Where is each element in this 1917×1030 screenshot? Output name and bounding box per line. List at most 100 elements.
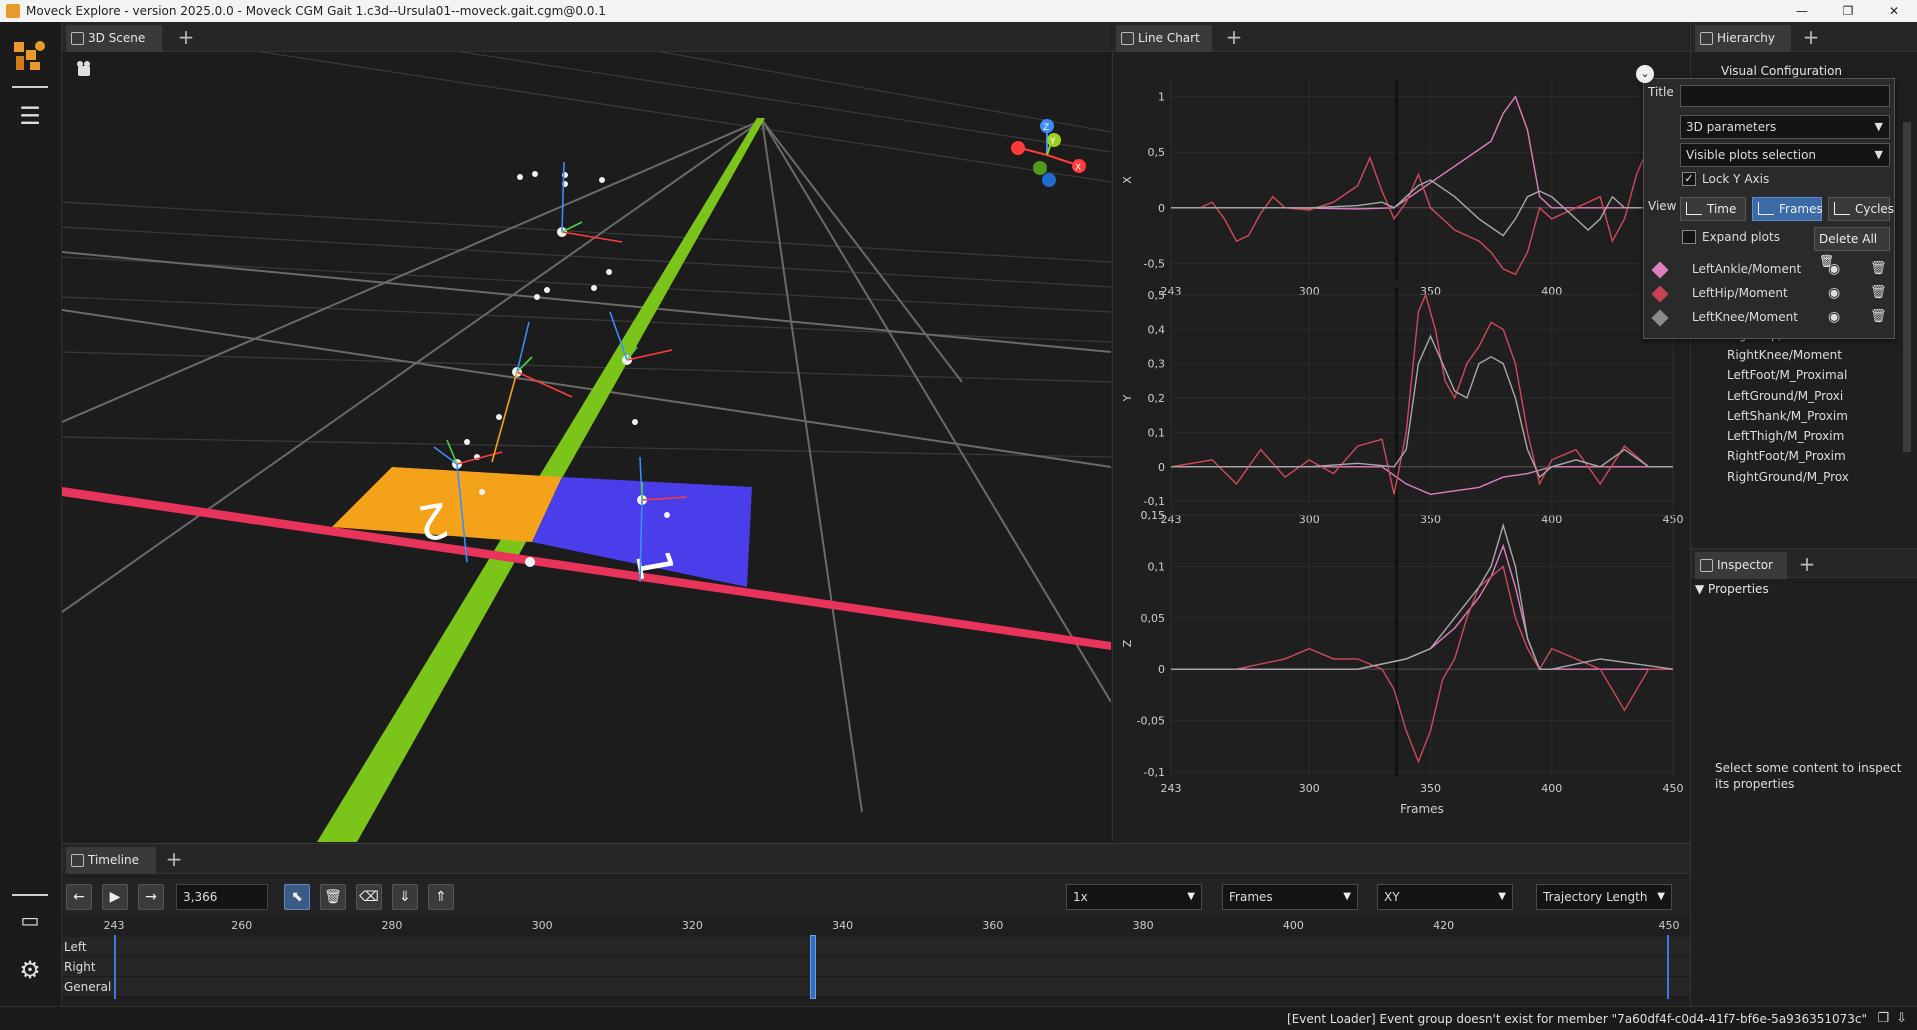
visual-config-label[interactable]: Visual Configuration [1721, 64, 1842, 78]
previous-frame-button[interactable]: ← [66, 884, 92, 910]
series-line-leftankle-moment[interactable] [1171, 543, 1673, 670]
add-tab-button[interactable]: + [162, 848, 186, 872]
timeline-start-marker[interactable] [114, 935, 116, 999]
plot-row[interactable]: LeftKnee/Moment ◉ 🗑 [1648, 307, 1888, 329]
series-line-leftknee-moment[interactable] [1171, 522, 1674, 670]
hierarchy-item[interactable]: LeftGround/M_Proxi [1727, 389, 1843, 403]
hierarchy-item[interactable]: LeftThigh/M_Proxim [1727, 429, 1844, 443]
ruler-tick-label: 300 [531, 919, 553, 932]
view-cycles-button[interactable]: Cycles [1828, 197, 1894, 221]
add-tab-button[interactable]: + [1799, 26, 1823, 50]
timeline-track[interactable]: General [62, 977, 1690, 997]
eraser-button[interactable]: ⌫ [356, 884, 382, 910]
gear-icon[interactable]: ⚙ [16, 956, 44, 984]
chart-title-input[interactable] [1680, 85, 1890, 107]
upload-button[interactable]: ⇑ [428, 884, 454, 910]
cube-icon [71, 32, 84, 45]
series-color-swatch[interactable] [1651, 261, 1669, 279]
plot-row[interactable]: LeftAnkle/Moment ◉ 🗑 [1648, 259, 1888, 281]
trajectory-select[interactable]: Trajectory Length ▼ [1536, 884, 1672, 910]
inspector-icon [1700, 559, 1713, 572]
view-time-button[interactable]: Time [1680, 197, 1746, 221]
lock-y-axis-checkbox[interactable]: ✓ [1682, 172, 1696, 186]
hierarchy-scrollbar[interactable] [1903, 122, 1911, 452]
series-color-swatch[interactable] [1651, 309, 1669, 327]
hierarchy-item[interactable]: RightGround/M_Prox [1727, 470, 1849, 484]
download-icon[interactable]: ⇩ [1896, 1011, 1907, 1026]
timeline-cursor[interactable] [809, 935, 816, 999]
hierarchy-item[interactable]: LeftFoot/M_Proximal [1727, 368, 1847, 382]
hierarchy-item[interactable]: LeftShank/M_Proxim [1727, 409, 1848, 423]
layout-icon[interactable]: ▭ [16, 906, 44, 934]
trash-icon[interactable]: 🗑 [1870, 309, 1887, 324]
view-cycles-label: Cycles [1855, 202, 1895, 216]
series-line-lefthip-moment[interactable] [1170, 292, 1673, 495]
expand-plots-checkbox[interactable] [1682, 230, 1696, 244]
maximize-button[interactable]: ❐ [1825, 0, 1871, 22]
camera-icon[interactable] [77, 61, 90, 76]
scene-canvas: 2 1 Z X Y [62, 52, 1111, 842]
hierarchy-item[interactable]: RightFoot/M_Proxim [1727, 449, 1846, 463]
visible-plots-select[interactable]: Visible plots selection ▼ [1680, 143, 1890, 167]
download-button[interactable]: ⇓ [392, 884, 418, 910]
view-frames-button[interactable]: Frames [1752, 197, 1823, 221]
copy-icon[interactable]: ❐ [1877, 1011, 1889, 1026]
play-button[interactable]: ▶ [102, 884, 128, 910]
trash-icon[interactable]: 🗑 [1870, 261, 1887, 276]
timeline-ruler[interactable]: 243 260 280 300 320 340 360 380 400 420 450 [62, 917, 1690, 935]
add-tab-button[interactable]: + [1222, 26, 1246, 50]
units-value: Frames [1229, 890, 1273, 904]
series-line-lefthip-moment[interactable] [1171, 144, 1673, 276]
x-tick-label: 243 [1161, 782, 1182, 795]
properties-header[interactable]: ▼ Properties [1695, 582, 1769, 596]
properties-label: Properties [1708, 582, 1769, 596]
timeline-track[interactable]: Left [62, 937, 1690, 957]
series-line-leftknee-moment[interactable] [1171, 334, 1673, 479]
parameter-select[interactable]: 3D parameters ▼ [1680, 115, 1890, 139]
eye-icon[interactable]: ◉ [1828, 261, 1840, 277]
series-line-lefthip-moment[interactable] [1171, 565, 1673, 764]
plane-select[interactable]: XY ▼ [1377, 884, 1513, 910]
timeline-tracks[interactable]: Left Right General [62, 937, 1690, 997]
delete-event-button[interactable]: 🗑 [320, 884, 346, 910]
app-icon [6, 4, 20, 18]
delete-all-button[interactable]: Delete All 🗑 [1814, 227, 1890, 268]
eye-icon[interactable]: ◉ [1828, 309, 1840, 325]
timeline-end-marker[interactable] [1667, 935, 1669, 999]
add-tab-button[interactable]: + [174, 26, 198, 50]
timeline-toolbar: ← ▶ → 3,366 ⬉ 🗑 ⌫ ⇓ ⇑ 1x ▼ Frames ▼ XY ▼ Tr… [62, 878, 1690, 914]
trash-icon[interactable]: 🗑 [1870, 285, 1887, 300]
timeline-units-select[interactable]: Frames ▼ [1222, 884, 1358, 910]
eye-icon[interactable]: ◉ [1828, 285, 1840, 301]
series-color-swatch[interactable] [1651, 285, 1669, 303]
y-tick-label: -0,1 [1144, 766, 1165, 779]
track-label: Left [64, 940, 87, 954]
view-label: View [1648, 199, 1677, 213]
tab-timeline[interactable]: Timeline [66, 847, 156, 874]
playback-speed-select[interactable]: 1x ▼ [1066, 884, 1202, 910]
tab-label: Inspector [1717, 558, 1773, 572]
current-frame-input[interactable]: 3,366 [176, 884, 268, 910]
tab-hierarchy[interactable]: Hierarchy [1695, 25, 1791, 52]
close-button[interactable]: ✕ [1871, 0, 1917, 22]
3d-scene-viewport[interactable]: 2 1 Z X Y [62, 52, 1111, 842]
plot-row[interactable]: LeftHip/Moment ◉ 🗑 [1648, 283, 1888, 305]
add-tab-button[interactable]: + [1795, 553, 1819, 577]
menu-icon[interactable]: ☰ [16, 102, 44, 130]
tab-inspector[interactable]: Inspector [1695, 552, 1787, 579]
line-chart-panel[interactable]: 243 300 350 400 1 0,5 0 -0,5 X 243 300 350 400 450 0,5… [1112, 52, 1689, 842]
y-tick-label: -0,1 [1144, 495, 1165, 508]
minimize-button[interactable]: — [1779, 0, 1825, 22]
chevron-down-icon[interactable]: ⌄ [1636, 65, 1654, 83]
select-tool-button[interactable]: ⬉ [284, 884, 310, 910]
plane-value: XY [1384, 890, 1400, 904]
tab-line-chart[interactable]: Line Chart [1116, 25, 1212, 52]
y-tick-label: 0,2 [1148, 392, 1166, 405]
timeline-track[interactable]: Right [62, 957, 1690, 977]
y-tick-label: 0,1 [1148, 560, 1166, 573]
series-line-leftankle-moment[interactable] [1171, 95, 1673, 210]
tab-3d-scene[interactable]: 3D Scene [66, 25, 162, 52]
y-tick-label: 1 [1158, 91, 1165, 104]
hierarchy-item[interactable]: RightKnee/Moment [1727, 348, 1842, 362]
next-frame-button[interactable]: → [138, 884, 164, 910]
